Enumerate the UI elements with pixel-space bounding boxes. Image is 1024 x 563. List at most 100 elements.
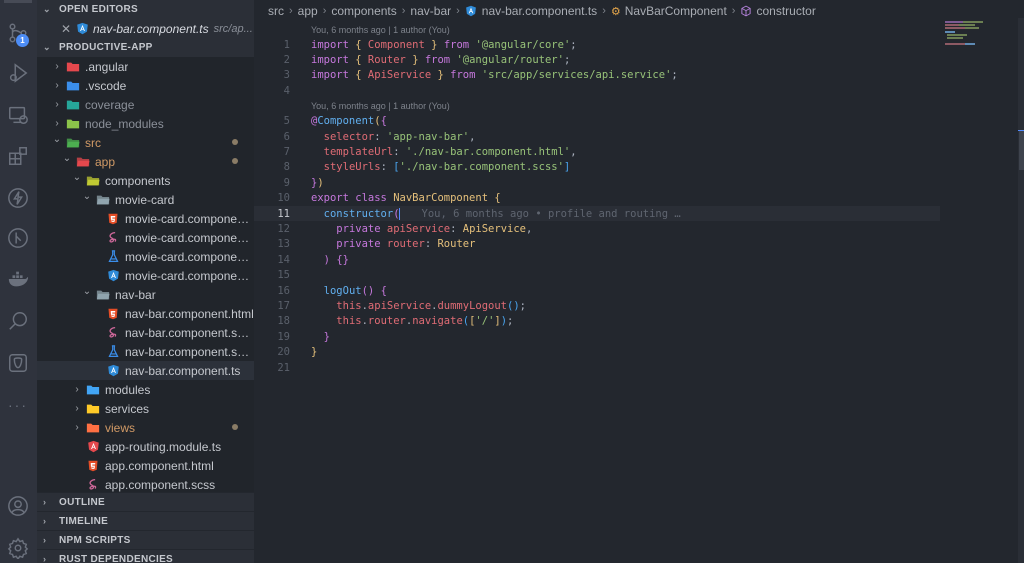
extensions-icon[interactable] [5,143,31,169]
folder-item[interactable]: › coverage [37,95,254,114]
codelens-blame[interactable]: You, 6 months ago | 1 author (You) [254,99,1024,114]
code-line[interactable]: 7 templateUrl: './nav-bar.component.html… [254,144,1024,159]
code-line[interactable]: 11 constructor(You, 6 months ago • profi… [254,205,940,222]
breadcrumb-class[interactable]: NavBarComponent [625,4,727,18]
folder-item[interactable]: ⌄ movie-card [37,190,254,209]
folder-item[interactable]: ⌄ components [37,171,254,190]
file-item[interactable]: nav-bar.component.scss [37,323,254,342]
chevron-down-icon[interactable]: ⌄ [81,191,93,202]
folder-item[interactable]: ⌄ nav-bar [37,285,254,304]
code-line[interactable]: 9}) [254,175,1024,190]
remote-explorer-icon[interactable] [5,102,31,128]
file-tree: › .angular › .vscode › coverage › node_modules ⌄… [37,57,254,494]
line-number: 12 [277,222,290,235]
code-line[interactable]: 14 ) {} [254,252,1024,267]
chevron-right-icon[interactable]: › [51,61,63,72]
file-item[interactable]: movie-card.component.s... [37,228,254,247]
accounts-icon[interactable] [5,493,31,519]
more-icon[interactable]: ··· [5,392,31,418]
line-number: 7 [283,146,290,159]
codelens-blame[interactable]: You, 6 months ago | 1 author (You) [254,22,1024,37]
chevron-right-icon[interactable]: › [71,422,83,433]
code-line[interactable]: 20} [254,344,1024,359]
minimap[interactable] [941,18,991,58]
code-line[interactable]: 17 this.apiService.dummyLogout(); [254,298,1024,313]
code-line[interactable]: 13 private router: Router [254,237,1024,252]
postgres-icon[interactable] [5,350,31,376]
timeline-section[interactable]: › TIMELINE [37,511,254,530]
folder-item[interactable]: › .vscode [37,76,254,95]
code-line[interactable]: 8 styleUrls: ['./nav-bar.component.scss'… [254,160,1024,175]
source-control-badge: 1 [16,34,29,47]
chevron-down-icon[interactable]: ⌄ [81,286,93,297]
folder-item[interactable]: › modules [37,380,254,399]
code-line[interactable]: 5 @Component({ [254,114,1024,129]
manage-gear-icon[interactable] [5,535,31,561]
open-editor-item[interactable]: ✕ nav-bar.component.ts src/ap... [37,19,254,38]
chevron-right-icon[interactable]: › [51,118,63,129]
code-line[interactable]: 21 [254,360,1024,375]
outline-section[interactable]: › OUTLINE [37,492,254,511]
npm-scripts-section[interactable]: › NPM SCRIPTS [37,530,254,549]
chevron-down-icon[interactable]: ⌄ [71,172,83,183]
open-editors-header[interactable]: ⌄ OPEN EDITORS [37,0,254,19]
tree-item-label: nav-bar.component.scss [125,325,254,340]
file-item[interactable]: app-routing.module.ts [37,437,254,456]
explorer-sidebar: ⌄ OPEN EDITORS ✕ nav-bar.component.ts sr… [37,0,254,563]
file-item[interactable]: nav-bar.component.spec... [37,342,254,361]
chevron-down-icon[interactable]: ⌄ [51,134,63,145]
code-line[interactable]: 15 [254,267,1024,282]
chevron-right-icon[interactable]: › [71,403,83,414]
code-line[interactable]: 6 selector: 'app-nav-bar', [254,129,1024,144]
project-header[interactable]: ⌄ PRODUCTIVE-APP [37,38,254,57]
file-item[interactable]: movie-card.component.h... [37,209,254,228]
code-line[interactable]: 2 import { Router } from '@angular/router… [254,52,1024,67]
breadcrumb-src[interactable]: src [268,4,284,18]
scrollbar-thumb[interactable] [1019,130,1024,170]
breadcrumb-components[interactable]: components [331,4,396,18]
tree-item-label: movie-card.component.s... [125,249,254,264]
chevron-right-icon[interactable]: › [71,384,83,395]
chevron-down-icon[interactable]: ⌄ [61,153,73,164]
tree-item-label: coverage [85,97,135,112]
close-icon[interactable]: ✕ [61,22,75,36]
folder-item[interactable]: › .angular [37,57,254,76]
code-line[interactable]: 1 import { Component } from '@angular/cor… [254,37,1024,52]
vertical-scrollbar[interactable] [1018,18,1024,563]
thunder-client-icon[interactable] [5,185,31,211]
code-line[interactable]: 16 logOut() { [254,283,1024,298]
node-folder-icon [66,117,80,131]
chevron-right-icon: › [401,5,406,17]
rust-dependencies-section[interactable]: › RUST DEPENDENCIES [37,549,254,563]
file-item[interactable]: movie-card.component.ts [37,266,254,285]
breadcrumb-app[interactable]: app [298,4,318,18]
folder-item[interactable]: › node_modules [37,114,254,133]
docker-icon[interactable] [5,266,31,292]
code-line[interactable]: 19 } [254,329,1024,344]
line-content: @Component({ [311,115,387,128]
folder-item[interactable]: › services [37,399,254,418]
file-item[interactable]: nav-bar.component.ts [37,361,254,380]
line-content: logOut() { [323,284,387,297]
chevron-right-icon[interactable]: › [51,99,63,110]
folder-item[interactable]: › views [37,418,254,437]
code-line[interactable]: 12 private apiService: ApiService, [254,221,1024,236]
search-icon[interactable] [5,308,31,334]
file-item[interactable]: nav-bar.component.html [37,304,254,323]
code-line[interactable]: 4 [254,83,1024,98]
code-line[interactable]: 18 this.router.navigate(['/']); [254,314,1024,329]
breadcrumb-method[interactable]: constructor [756,4,815,18]
line-content: styleUrls: ['./nav-bar.component.scss'] [323,161,571,174]
breadcrumb-file[interactable]: nav-bar.component.ts [482,4,597,18]
code-line[interactable]: 10 export class NavBarComponent { [254,191,1024,206]
file-item[interactable]: movie-card.component.s... [37,247,254,266]
run-debug-icon[interactable] [5,60,31,86]
file-item[interactable]: app.component.html [37,456,254,475]
code-editor[interactable]: You, 6 months ago | 1 author (You) 1 impor… [254,22,1024,375]
git-graph-icon[interactable] [5,225,31,251]
folder-item[interactable]: ⌄ src [37,133,254,152]
chevron-right-icon[interactable]: › [51,80,63,91]
breadcrumb-nav-bar[interactable]: nav-bar [410,4,451,18]
folder-item[interactable]: ⌄ app [37,152,254,171]
code-line[interactable]: 3 import { ApiService } from 'src/app/ser… [254,68,1024,83]
